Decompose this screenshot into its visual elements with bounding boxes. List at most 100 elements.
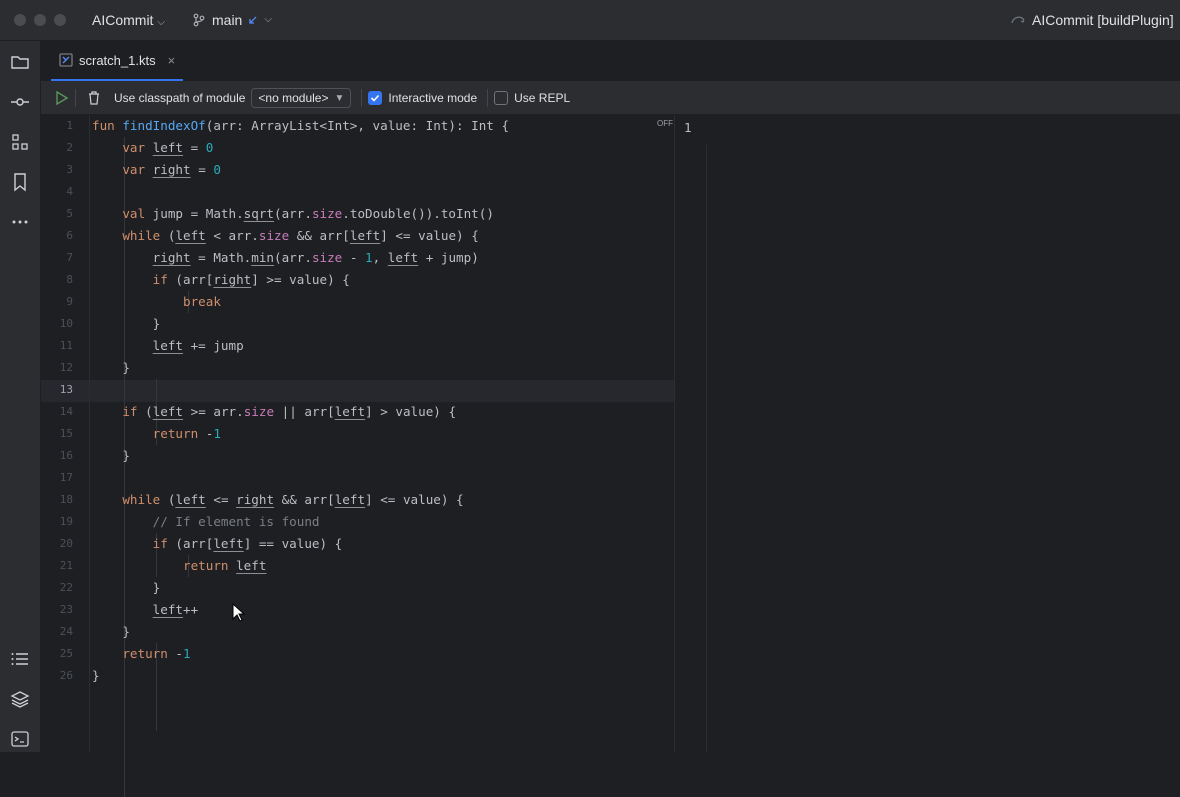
line-number[interactable]: 2	[33, 137, 73, 159]
chevron-down-icon: ▼	[334, 92, 345, 104]
branch-name: main	[212, 12, 243, 28]
line-number[interactable]: 12	[33, 357, 73, 379]
git-branch-icon	[193, 13, 205, 27]
line-number[interactable]: 14	[33, 401, 73, 423]
run-icon[interactable]	[53, 90, 69, 106]
commit-icon[interactable]	[10, 92, 30, 112]
code-line: }	[92, 580, 161, 595]
use-repl-label: Use REPL	[514, 91, 571, 105]
bookmark-icon[interactable]	[10, 172, 30, 192]
kotlin-script-icon	[59, 53, 73, 67]
line-number[interactable]: 21	[33, 555, 73, 577]
line-number[interactable]: 22	[33, 577, 73, 599]
line-number[interactable]: 5	[33, 203, 73, 225]
line-number[interactable]: 15	[33, 423, 73, 445]
use-repl-checkbox[interactable]	[494, 91, 509, 105]
code-line: return left	[183, 558, 267, 573]
code-line: var left = 0	[122, 140, 214, 155]
line-number[interactable]: 20	[33, 533, 73, 555]
structure-icon[interactable]	[10, 132, 30, 152]
code-line: if (arr[left] == value) {	[152, 536, 343, 551]
line-number[interactable]: 26	[33, 665, 73, 687]
project-selector[interactable]: AICommit ⌵	[92, 11, 165, 32]
output-line: 1	[684, 120, 692, 135]
line-number[interactable]: 23	[33, 599, 73, 621]
close-icon[interactable]: ×	[168, 53, 176, 68]
code-editor[interactable]: 1 2 3 4 5 6 7 8 9 10 11 12 13 14 15 16 17 18 19 20 21 22 23 24 2…	[41, 115, 677, 797]
code-line: }	[92, 668, 100, 683]
line-number[interactable]: 9	[33, 291, 73, 313]
project-name: AICommit	[92, 12, 154, 28]
close-window-button[interactable]	[14, 14, 26, 26]
code-content: fun findIndexOf(arr: ArrayList<Int>, val…	[92, 115, 509, 683]
output-divider	[706, 145, 707, 752]
module-select[interactable]: <no module> ▼	[251, 88, 352, 108]
title-bar: AICommit ⌵ main ⌵ AICommit [buildPlugin]	[0, 0, 1180, 41]
minimize-window-button[interactable]	[34, 14, 46, 26]
terminal-icon[interactable]	[10, 729, 30, 749]
editor-tab-bar: scratch_1.kts ×	[41, 41, 1180, 82]
code-line: // If element is found	[152, 514, 320, 529]
code-line: val jump = Math.sqrt(arr.size.toDouble()…	[122, 206, 494, 221]
chevron-down-icon: ⌵	[157, 17, 165, 28]
code-line: fun findIndexOf(arr: ArrayList<Int>, val…	[92, 118, 510, 133]
line-number[interactable]: 24	[33, 621, 73, 643]
folder-icon[interactable]	[10, 52, 30, 72]
code-line: var right = 0	[122, 162, 221, 177]
scratch-output-pane: 1	[674, 115, 1180, 752]
current-line-highlight	[41, 380, 677, 402]
scratch-toolbar: Use classpath of module <no module> ▼ In…	[41, 82, 1180, 115]
todo-icon[interactable]	[10, 649, 30, 669]
code-line: return -1	[122, 646, 191, 661]
line-number[interactable]: 10	[33, 313, 73, 335]
code-line: }	[92, 360, 130, 375]
line-number[interactable]: 13	[33, 379, 73, 401]
line-number[interactable]: 11	[33, 335, 73, 357]
checkmark-icon	[371, 94, 380, 102]
code-line: if (left >= arr.size || arr[left] > valu…	[122, 404, 457, 419]
inlay-off-badge[interactable]: OFF	[657, 119, 673, 128]
module-value: <no module>	[258, 91, 329, 105]
line-number[interactable]: 25	[33, 643, 73, 665]
classpath-label: Use classpath of module	[114, 91, 246, 105]
gradle-icon	[1011, 16, 1025, 24]
line-number[interactable]: 4	[33, 181, 73, 203]
interactive-mode-label: Interactive mode	[388, 91, 478, 105]
line-number-gutter: 1 2 3 4 5 6 7 8 9 10 11 12 13 14 15 16 17 18 19 20 21 22 23 24 2…	[41, 115, 90, 752]
toolbar-separator	[487, 89, 489, 107]
mouse-pointer-icon	[232, 603, 246, 622]
run-config-name: AICommit [buildPlugin]	[1032, 12, 1174, 28]
trash-icon[interactable]	[86, 90, 102, 106]
code-line: while (left <= right && arr[left] <= val…	[122, 492, 464, 507]
line-number[interactable]: 16	[33, 445, 73, 467]
line-number[interactable]: 17	[33, 467, 73, 489]
more-icon[interactable]	[10, 212, 30, 232]
interactive-mode-checkbox[interactable]	[368, 91, 383, 105]
layers-icon[interactable]	[10, 689, 30, 709]
code-line: return -1	[152, 426, 221, 441]
line-number[interactable]: 1	[33, 115, 73, 137]
chevron-down-icon: ⌵	[264, 14, 272, 25]
line-number[interactable]: 6	[33, 225, 73, 247]
code-line: left += jump	[152, 338, 244, 353]
branch-selector[interactable]: main ⌵	[192, 11, 272, 29]
line-number[interactable]: 7	[33, 247, 73, 269]
toolbar-separator	[361, 89, 363, 107]
code-line: left++	[152, 602, 199, 617]
zoom-window-button[interactable]	[54, 14, 66, 26]
tab-scratch[interactable]: scratch_1.kts ×	[51, 41, 184, 81]
line-number[interactable]: 8	[33, 269, 73, 291]
tab-label: scratch_1.kts	[79, 52, 156, 68]
code-line: right = Math.min(arr.size - 1, left + ju…	[152, 250, 479, 265]
line-number[interactable]: 3	[33, 159, 73, 181]
toolbar-separator	[75, 89, 76, 107]
line-number[interactable]: 19	[33, 511, 73, 533]
code-line: }	[92, 448, 130, 463]
code-line: break	[183, 294, 221, 309]
line-number[interactable]: 18	[33, 489, 73, 511]
incoming-arrow-icon	[249, 16, 257, 24]
code-line: if (arr[right] >= value) {	[152, 272, 350, 287]
code-line: }	[92, 624, 130, 639]
run-config-selector[interactable]: AICommit [buildPlugin]	[1010, 11, 1174, 29]
code-line: while (left < arr.size && arr[left] <= v…	[122, 228, 479, 243]
